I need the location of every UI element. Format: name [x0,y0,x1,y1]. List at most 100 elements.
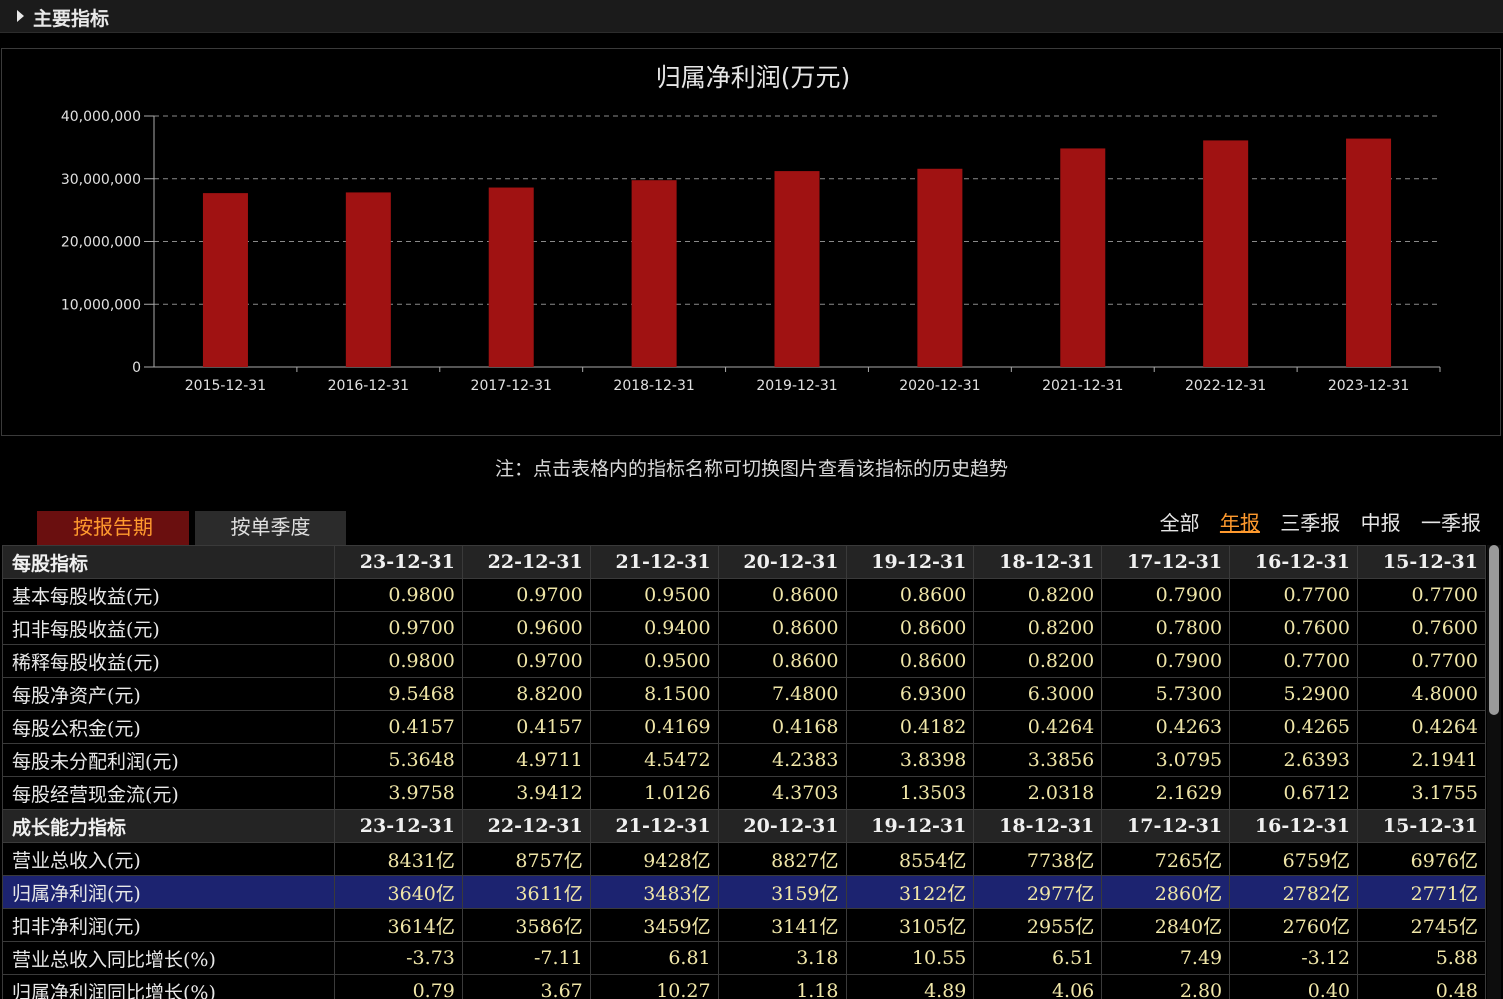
y-tick-label: 20,000,000 [61,235,141,251]
table-row: 扣非每股收益(元) 0.9700 0.9600 0.9400 0.8600 0.8600 0… [2,611,1486,645]
expand-triangle-icon[interactable] [17,10,24,22]
value-cell: 0.7600 [1229,611,1358,645]
period-header-cell: 18-12-31 [973,545,1103,579]
value-cell: 1.3503 [845,776,975,810]
bar[interactable] [917,168,963,367]
bar[interactable] [488,187,534,367]
value-cell: 6.3000 [973,677,1103,711]
value-cell: 9.5468 [334,677,463,711]
value-cell: 7265亿 [1101,842,1231,876]
tab-by-single-quarter[interactable]: 按单季度 [195,511,346,545]
value-cell: 0.8600 [717,644,847,678]
value-cell: 0.8600 [845,611,975,645]
value-cell: 10.55 [845,941,975,975]
value-cell: 0.7900 [1101,578,1231,612]
indicator-name-link[interactable]: 营业总收入同比增长(%) [2,941,335,975]
y-tick-label: 0 [132,360,141,376]
indicator-name-link[interactable]: 每股经营现金流(元) [2,776,335,810]
value-cell: 2977亿 [973,875,1103,909]
table-row: 扣非净利润(元) 3614亿 3586亿 3459亿 3141亿 3105亿 2955亿 28… [2,908,1486,942]
bar[interactable] [631,180,677,367]
value-cell: 3105亿 [845,908,975,942]
bar[interactable] [1060,148,1106,367]
value-cell: 3.18 [717,941,847,975]
value-cell: 3.1755 [1357,776,1486,810]
value-cell: 3.8398 [845,743,975,777]
value-cell: 3.9758 [334,776,463,810]
value-cell: 2.0318 [973,776,1103,810]
value-cell: 2.80 [1101,974,1231,999]
indicator-name-link[interactable]: 营业总收入(元) [2,842,335,876]
bar[interactable] [1346,138,1392,367]
period-header-cell: 21-12-31 [589,545,719,579]
period-header-cell: 15-12-31 [1357,809,1486,843]
value-cell: 4.2383 [717,743,847,777]
value-cell: 0.8200 [973,578,1103,612]
indicator-name-link[interactable]: 扣非每股收益(元) [2,611,335,645]
indicator-name-link[interactable]: 归属净利润(元) [2,875,335,909]
x-tick-label: 2023-12-31 [1328,378,1409,394]
table-scrollbar[interactable] [1487,545,1501,999]
table-section-header: 成长能力指标 23-12-31 22-12-31 21-12-31 20-12-31 19… [2,809,1486,843]
value-cell: 3586亿 [461,908,591,942]
scrollbar-thumb[interactable] [1489,545,1499,715]
table-row: 每股净资产(元) 9.5468 8.8200 8.1500 7.4800 6.9300 6.… [2,677,1486,711]
filter-interim[interactable]: 中报 [1361,511,1401,535]
period-header-cell: 21-12-31 [589,809,719,843]
x-tick-label: 2017-12-31 [471,378,552,394]
value-cell: 0.4265 [1229,710,1358,744]
bar[interactable] [345,192,391,367]
value-cell: 8.8200 [461,677,591,711]
period-header-cell: 22-12-31 [461,809,591,843]
filter-q3[interactable]: 三季报 [1280,511,1340,535]
period-header-cell: 20-12-31 [717,809,847,843]
filter-all[interactable]: 全部 [1160,511,1200,535]
filter-q1[interactable]: 一季报 [1421,511,1481,535]
indicator-name-link[interactable]: 每股未分配利润(元) [2,743,335,777]
value-cell: 0.4264 [973,710,1103,744]
y-tick-label: 10,000,000 [61,297,141,313]
indicator-table-container[interactable]: 每股指标 23-12-31 22-12-31 21-12-31 20-12-31 19-1… [2,545,1486,999]
table-row: 基本每股收益(元) 0.9800 0.9700 0.9500 0.8600 0.8600 0… [2,578,1486,612]
indicator-name-link[interactable]: 稀释每股收益(元) [2,644,335,678]
period-header-cell: 22-12-31 [461,545,591,579]
filter-annual[interactable]: 年报 [1220,511,1260,535]
value-cell: 2.1941 [1357,743,1486,777]
value-cell: 0.40 [1229,974,1358,999]
table-row: 营业总收入同比增长(%) -3.73 -7.11 6.81 3.18 10.55 6.51 7… [2,941,1486,975]
value-cell: -3.12 [1229,941,1358,975]
period-header-cell: 23-12-31 [334,545,463,579]
value-cell: 0.8600 [845,578,975,612]
indicator-name-link[interactable]: 扣非净利润(元) [2,908,335,942]
x-tick-label: 2020-12-31 [899,378,980,394]
tab-by-report-period[interactable]: 按报告期 [37,511,189,545]
x-tick-label: 2016-12-31 [328,378,409,394]
value-cell: 4.06 [973,974,1103,999]
value-cell: 6.51 [973,941,1103,975]
value-cell: 0.4182 [845,710,975,744]
value-cell: 0.8600 [845,644,975,678]
value-cell: 0.7600 [1357,611,1486,645]
bar[interactable] [1203,140,1249,367]
value-cell: 0.4157 [461,710,591,744]
table-row: 营业总收入(元) 8431亿 8757亿 9428亿 8827亿 8554亿 7738亿 72… [2,842,1486,876]
value-cell: 2760亿 [1229,908,1358,942]
value-cell: 8.1500 [589,677,719,711]
value-cell: 4.9711 [461,743,591,777]
value-cell: 3.9412 [461,776,591,810]
value-cell: 3.3856 [973,743,1103,777]
value-cell: 0.8200 [973,644,1103,678]
section-header[interactable]: 主要指标 [0,0,1503,33]
value-cell: 6759亿 [1229,842,1358,876]
period-header-cell: 20-12-31 [717,545,847,579]
value-cell: 7.49 [1101,941,1231,975]
bar[interactable] [202,193,248,367]
bar[interactable] [774,171,820,367]
indicator-name-link[interactable]: 基本每股收益(元) [2,578,335,612]
indicator-name-link[interactable]: 每股净资产(元) [2,677,335,711]
indicator-name-link[interactable]: 归属净利润同比增长(%) [2,974,335,999]
section-title: 主要指标 [33,8,110,30]
value-cell: 7738亿 [973,842,1103,876]
indicator-name-link[interactable]: 每股公积金(元) [2,710,335,744]
value-cell: 8757亿 [461,842,591,876]
